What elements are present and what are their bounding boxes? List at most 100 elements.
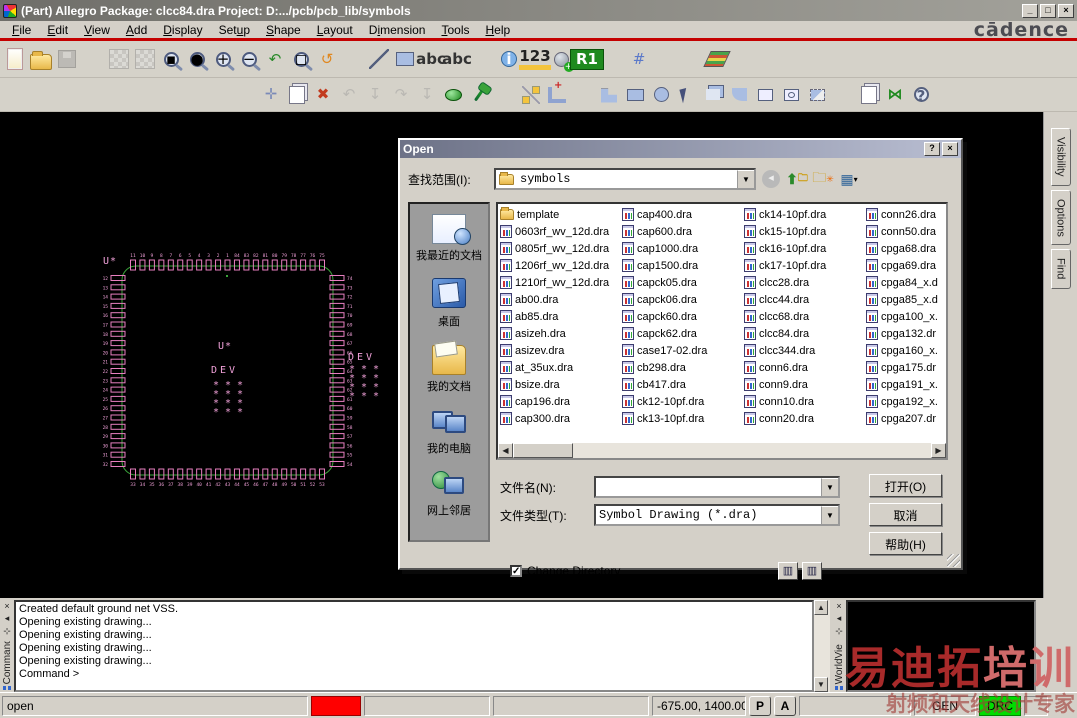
help-icon[interactable]: ? (908, 82, 934, 108)
file-item[interactable]: conn6.dra (742, 359, 864, 376)
command-pin-icon[interactable]: ⊹ (3, 626, 11, 637)
zoom-in-icon[interactable]: + (210, 46, 236, 72)
command-collapse-icon[interactable]: ◂ (5, 613, 10, 624)
toolbar-handle[interactable] (570, 82, 596, 108)
file-item[interactable]: clcc44.dra (742, 291, 864, 308)
shape-polygon-icon[interactable] (596, 82, 622, 108)
worldview-collapse-icon[interactable]: ◂ (837, 613, 842, 624)
file-item[interactable]: ck17-10pf.dra (742, 257, 864, 274)
design-canvas[interactable]: 11 10 9 8 7 6 5 4 3 2 1 84 83 82 81 80 79 78 77 76 75 33 34 35 3… (0, 112, 1043, 598)
menu-layout[interactable]: Layout (309, 22, 361, 38)
worldview-pin-icon[interactable]: ⊹ (835, 626, 843, 637)
place-recent-documents[interactable]: 我最近的文档 (416, 214, 482, 263)
color-priority-icon[interactable] (678, 46, 704, 72)
horizontal-scrollbar[interactable]: ◀ ▶ (498, 443, 946, 458)
file-item[interactable]: asizeh.dra (498, 325, 620, 342)
file-item[interactable]: cpga132.dr (864, 325, 946, 342)
minimize-button[interactable]: _ (1022, 3, 1038, 18)
look-in-dropdown-arrow[interactable]: ▼ (737, 170, 754, 188)
copy-icon[interactable] (284, 82, 310, 108)
menu-view[interactable]: View (76, 22, 118, 38)
file-item[interactable]: 1206rf_wv_12d.dra (498, 257, 620, 274)
zoom-world-icon[interactable]: ● (184, 46, 210, 72)
tab-find[interactable]: Find (1050, 249, 1071, 289)
file-item[interactable]: cap196.dra (498, 393, 620, 410)
redraw-icon[interactable]: ↺ (314, 46, 340, 72)
up-one-level-button[interactable]: ⬆ 🗀 (786, 168, 808, 190)
file-item[interactable]: ck12-10pf.dra (620, 393, 742, 410)
void-rect-icon[interactable] (752, 82, 778, 108)
done-icon[interactable]: ↧ (362, 82, 388, 108)
shape-manual-void-icon[interactable] (726, 82, 752, 108)
file-list[interactable]: template 0603rf_wv_12d.dra 0805rf_wv_12d.d… (496, 202, 948, 460)
help-button[interactable]: 帮助(H) (869, 532, 942, 555)
menu-add[interactable]: Add (118, 22, 155, 38)
file-item[interactable]: cpga192_x. (864, 393, 946, 410)
menu-help[interactable]: Help (477, 22, 518, 38)
redo-icon[interactable]: ↷ (388, 82, 414, 108)
void-delete-icon[interactable] (804, 82, 830, 108)
open-drawing-icon[interactable] (28, 46, 54, 72)
move-icon[interactable]: ✛ (258, 82, 284, 108)
file-item[interactable]: template (498, 206, 620, 223)
new-drawing-icon[interactable] (2, 46, 28, 72)
zoom-selection-icon[interactable]: ◻ (288, 46, 314, 72)
toolbar-handle[interactable] (600, 46, 626, 72)
file-type-combobox[interactable]: Symbol Drawing (*.dra) ▼ (594, 504, 840, 526)
file-item[interactable]: 1210rf_wv_12d.dra (498, 274, 620, 291)
drag-dots[interactable] (3, 686, 11, 690)
menu-dimension[interactable]: Dimension (361, 22, 434, 38)
shape-circle-icon[interactable] (648, 82, 674, 108)
file-item[interactable]: conn50.dra (864, 223, 946, 240)
file-item[interactable]: cpga100_x. (864, 308, 946, 325)
file-item[interactable]: conn26.dra (864, 206, 946, 223)
file-item[interactable]: capck62.dra (620, 325, 742, 342)
zoom-out-icon[interactable]: − (236, 46, 262, 72)
scroll-down-arrow[interactable]: ▼ (814, 677, 828, 692)
properties-icon[interactable] (856, 82, 882, 108)
file-item[interactable]: cpga175.dr (864, 359, 946, 376)
undo-icon[interactable]: ↶ (336, 82, 362, 108)
file-item[interactable]: ck15-10pf.dra (742, 223, 864, 240)
file-item[interactable]: ab00.dra (498, 291, 620, 308)
file-item[interactable]: cap300.dra (498, 410, 620, 426)
file-type-dropdown-arrow[interactable]: ▼ (821, 506, 838, 524)
add-line-icon[interactable] (366, 46, 392, 72)
tab-options[interactable]: Options (1050, 189, 1071, 246)
toolbar-handle[interactable] (830, 82, 856, 108)
pin-icon[interactable] (466, 82, 492, 108)
file-item[interactable]: clcc28.dra (742, 274, 864, 291)
place-my-computer[interactable]: 我的电脑 (427, 407, 471, 456)
file-item[interactable]: cap600.dra (620, 223, 742, 240)
place-network[interactable]: 网上邻居 (427, 469, 471, 518)
file-item[interactable]: cap1000.dra (620, 240, 742, 257)
file-item[interactable]: clcc344.dra (742, 342, 864, 359)
dialog-close-button[interactable]: × (942, 142, 958, 156)
worldview-canvas[interactable] (846, 600, 1036, 692)
scroll-left-arrow[interactable]: ◀ (498, 443, 513, 458)
file-item[interactable]: case17-02.dra (620, 342, 742, 359)
pick-grid-button[interactable]: P (749, 695, 771, 716)
zoom-previous-icon[interactable]: ↶ (262, 46, 288, 72)
void-circle-icon[interactable] (778, 82, 804, 108)
cancel-button[interactable]: 取消 (869, 503, 942, 526)
menu-tools[interactable]: Tools (433, 22, 477, 38)
file-item[interactable]: capck60.dra (620, 308, 742, 325)
file-item[interactable]: conn10.dra (742, 393, 864, 410)
toolbar-handle[interactable] (470, 46, 496, 72)
file-item[interactable]: ab85.dra (498, 308, 620, 325)
place-desktop[interactable]: 桌面 (427, 276, 471, 329)
file-item[interactable]: clcc84.dra (742, 325, 864, 342)
grid-display-icon[interactable]: # (626, 46, 652, 72)
list-view-button[interactable]: ▥ (778, 562, 798, 580)
toolbar-handle[interactable] (340, 46, 366, 72)
layers-icon[interactable] (703, 46, 731, 72)
maximize-button[interactable]: □ (1040, 3, 1056, 18)
file-item[interactable]: conn9.dra (742, 376, 864, 393)
grid-settings-icon[interactable] (106, 46, 132, 72)
menu-edit[interactable]: Edit (39, 22, 76, 38)
details-view-button[interactable]: ▥ (802, 562, 822, 580)
measure-icon[interactable]: 123 (519, 46, 551, 72)
grid-toggle-icon[interactable] (132, 46, 158, 72)
file-item[interactable]: cpga69.dra (864, 257, 946, 274)
